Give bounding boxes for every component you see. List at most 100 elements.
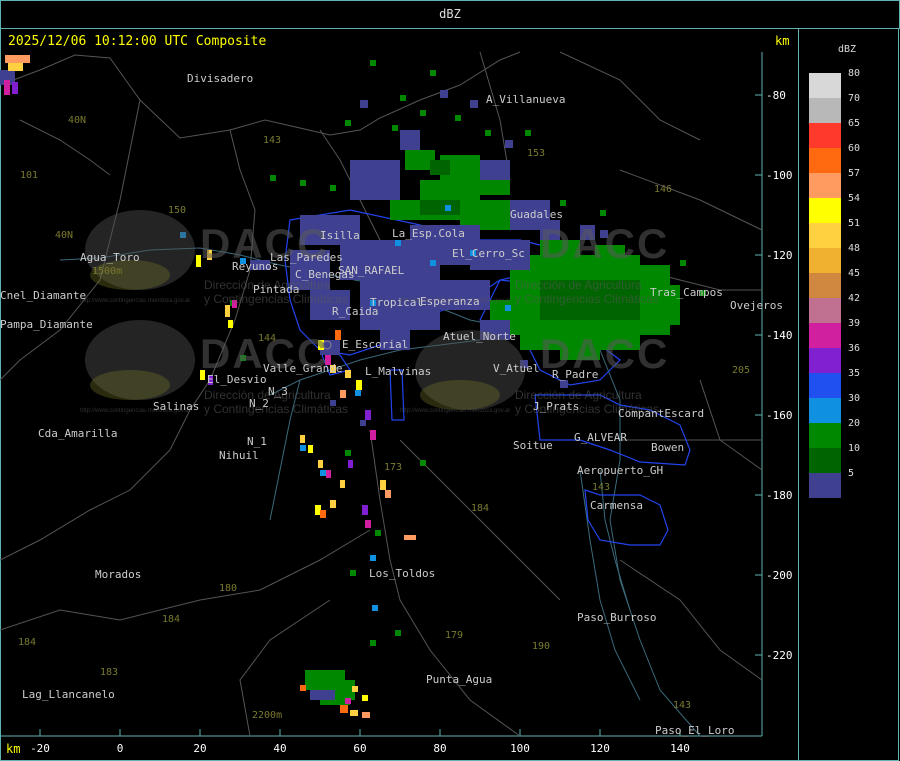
place-label: V_Atuel — [493, 362, 540, 375]
legend-label: 54 — [848, 193, 861, 204]
place-label: Ovejeros — [730, 299, 783, 312]
route-label: 101 — [20, 170, 39, 181]
place-label: R_Padre — [552, 368, 599, 381]
legend-swatch — [809, 323, 841, 348]
legend-label: 5 — [848, 468, 855, 479]
route-label: 144 — [258, 333, 277, 344]
place-label: Divisadero — [187, 72, 254, 85]
x-tick-label: 100 — [510, 742, 530, 755]
x-unit-label: km — [6, 742, 21, 756]
route-label: 146 — [654, 184, 673, 195]
legend-label: 20 — [848, 418, 861, 429]
route-label: 173 — [384, 462, 403, 473]
y-tick-label: -140 — [766, 329, 793, 342]
watermark-subtitle-line: y Contingencias Climáticas — [204, 402, 349, 416]
x-tick-label: 40 — [273, 742, 287, 755]
y-unit-label: km — [775, 34, 790, 48]
place-label: Cnel_Diamante — [0, 289, 87, 302]
x-tick-label: 0 — [116, 742, 124, 755]
place-label: Agua_Toro — [80, 251, 140, 264]
route-label: 143 — [673, 700, 692, 711]
place-label: Aeropuerto_GH — [577, 464, 664, 477]
legend-swatch — [809, 348, 841, 373]
legend-label: 39 — [848, 318, 861, 329]
legend-swatch — [809, 123, 841, 148]
legend-swatch — [809, 173, 841, 198]
x-tick-label: -20 — [30, 742, 50, 755]
place-label: Lag_Llancanelo — [22, 688, 115, 701]
route-label: 184 — [18, 637, 37, 648]
place-label: CompantEscard — [618, 407, 705, 420]
timestamp: 2025/12/06 10:12:00 UTC Composite — [8, 34, 267, 49]
legend-label: 60 — [848, 143, 861, 154]
place-label: A_Villanueva — [486, 93, 566, 106]
route-label: 153 — [527, 148, 546, 159]
place-label: SAN_RAFAEL — [338, 264, 405, 277]
watermark-subtitle: Dirección de Agricultura y Contingencias… — [515, 278, 659, 306]
legend-label: 80 — [848, 68, 861, 79]
legend-swatch — [809, 473, 841, 498]
place-label: Pintada — [253, 283, 300, 296]
route-label: 180 — [219, 583, 238, 594]
x-tick-label: 60 — [353, 742, 367, 755]
y-tick-label: -80 — [766, 89, 786, 102]
legend-title: dBZ — [838, 44, 857, 55]
route-label: 190 — [532, 641, 551, 652]
legend-label: 10 — [848, 443, 861, 454]
legend-label: 30 — [848, 393, 861, 404]
route-label: 179 — [445, 630, 464, 641]
watermark-url: http://www.contingencias.mendoza.gov.ar — [80, 298, 191, 304]
place-label: Tropical — [370, 296, 423, 309]
place-label: Pampa_Diamante — [0, 318, 93, 331]
legend-label: 36 — [848, 343, 861, 354]
watermark-art — [85, 210, 525, 410]
legend-swatch — [809, 448, 841, 473]
route-label: 40N — [55, 230, 74, 241]
legend-swatch — [809, 73, 841, 98]
route-label: 184 — [471, 503, 490, 514]
legend-swatch — [809, 423, 841, 448]
legend-label: 57 — [848, 168, 861, 179]
place-label: N_2 — [249, 397, 269, 410]
route-label: 184 — [162, 614, 181, 625]
place-label: Bowen — [651, 441, 685, 454]
place-label: El_Desvio — [207, 373, 267, 386]
place-label: L_Malvinas — [365, 365, 432, 378]
route-label: 40N — [68, 115, 87, 126]
legend-label: 51 — [848, 218, 861, 229]
legend-swatch — [809, 373, 841, 398]
y-tick-label: -120 — [766, 249, 793, 262]
place-label: Salinas — [153, 400, 200, 413]
legend-swatch — [809, 148, 841, 173]
place-label: Guadales — [510, 208, 563, 221]
place-label: La_Esp.Cola — [392, 227, 465, 240]
y-tick-label: -220 — [766, 649, 793, 662]
legend-swatch — [809, 398, 841, 423]
legend-label: 35 — [848, 368, 861, 379]
y-tick-label: -100 — [766, 169, 793, 182]
legend-swatch — [809, 248, 841, 273]
route-label: 183 — [100, 667, 119, 678]
legend-label: 45 — [848, 268, 861, 279]
place-label: G_ALVEAR — [574, 431, 627, 444]
y-tick-label: -160 — [766, 409, 793, 422]
place-label: Cda_Amarilla — [38, 427, 118, 440]
watermark-subtitle-line: Dirección de Agricultura — [515, 278, 642, 292]
place-label: Esperanza — [420, 295, 480, 308]
legend-swatch — [809, 223, 841, 248]
route-label: 1500m — [92, 266, 123, 277]
route-label: 205 — [732, 365, 751, 376]
place-label: El_Cerro_Sc — [452, 247, 525, 260]
place-label: Las_Paredes — [270, 251, 343, 264]
place-label: Los_Toldos — [369, 567, 436, 580]
place-label: Morados — [95, 568, 142, 581]
place-label: Isilla — [320, 229, 360, 242]
place-label: N_1 — [247, 435, 267, 448]
legend-label: 70 — [848, 93, 861, 104]
watermark-url: http://www.contingencias.mendoza.gov.ar — [400, 408, 511, 414]
legend-swatch — [809, 273, 841, 298]
watermark-brand: DACC — [540, 220, 670, 267]
place-label: E_Escorial — [342, 338, 409, 351]
place-label: Carmensa — [590, 499, 643, 512]
route-label: 2200m — [252, 710, 283, 721]
